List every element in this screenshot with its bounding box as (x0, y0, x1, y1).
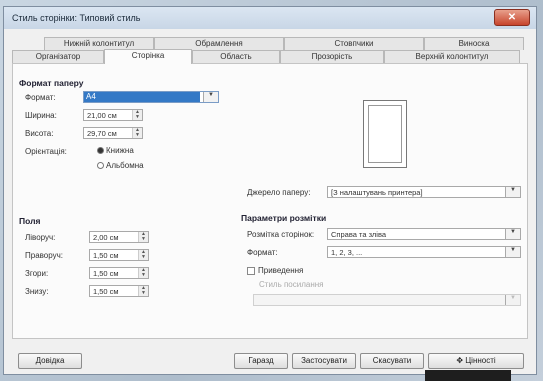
portrait-label: Книжна (106, 146, 134, 155)
restore-icon: ✥ (456, 356, 466, 365)
tab-organizer[interactable]: Організатор (12, 50, 104, 63)
margins-title: Поля (19, 216, 41, 226)
margin-right-label: Праворуч: (25, 251, 64, 260)
page-layout-select[interactable]: Справа та зліва ▼ (327, 228, 521, 240)
paper-tray-select[interactable]: [З налаштувань принтера] ▼ (327, 186, 521, 198)
ok-button[interactable]: Гаразд (234, 353, 288, 369)
margin-top-spinner[interactable]: 1,50 см ▲ ▼ (89, 267, 149, 279)
taskbar-fragment (425, 370, 511, 381)
tab-row-top: Нижній колонтитул Обрамлення Стовпчики В… (4, 37, 536, 50)
spinner-arrows-icon[interactable]: ▲ ▼ (138, 286, 148, 296)
margin-left-value: 2,00 см (93, 233, 119, 242)
help-button[interactable]: Довідка (18, 353, 82, 369)
page-preview-margins (368, 105, 402, 163)
width-spinner[interactable]: 21,00 см ▲ ▼ (83, 109, 143, 121)
reference-style-select[interactable]: ▼ (253, 294, 521, 306)
chevron-down-icon[interactable]: ▼ (505, 247, 520, 257)
checkbox-icon (247, 266, 255, 275)
margin-right-value: 1,50 см (93, 251, 119, 260)
landscape-radio[interactable]: Альбомна (97, 161, 144, 170)
tab-footnote[interactable]: Виноска (424, 37, 524, 50)
height-spinner[interactable]: 29,70 см ▲ ▼ (83, 127, 143, 139)
apply-button[interactable]: Застосувати (292, 353, 356, 369)
margin-top-value: 1,50 см (93, 269, 119, 278)
margin-bottom-label: Знизу: (25, 287, 49, 296)
page-layout-value: Справа та зліва (331, 230, 387, 239)
chevron-down-icon[interactable]: ▼ (505, 187, 520, 197)
restore-button[interactable]: ✥ Цінності (428, 353, 524, 369)
width-value: 21,00 см (87, 111, 117, 120)
height-value: 29,70 см (87, 129, 117, 138)
tab-row-bottom: Організатор Сторінка Область Прозорість … (4, 49, 536, 64)
layout-settings-title: Параметри розмітки (241, 213, 327, 223)
radio-selected-icon (97, 147, 104, 155)
register-true-label: Приведення (258, 266, 304, 275)
spinner-arrows-icon[interactable]: ▲ ▼ (132, 110, 142, 120)
format-value: A4 (84, 92, 200, 102)
margin-top-label: Згори: (25, 269, 49, 278)
chevron-down-icon[interactable]: ▼ (505, 295, 520, 305)
tab-header[interactable]: Верхній колонтитул (384, 50, 520, 63)
page-tab-panel: Формат паперу Формат: A4 ▼ Ширина: 21,00… (12, 63, 528, 339)
numbering-format-value: 1, 2, 3, ... (331, 248, 363, 257)
spinner-arrows-icon[interactable]: ▲ ▼ (138, 268, 148, 278)
margin-left-label: Ліворуч: (25, 233, 56, 242)
margin-left-spinner[interactable]: 2,00 см ▲ ▼ (89, 231, 149, 243)
margin-bottom-value: 1,50 см (93, 287, 119, 296)
width-label: Ширина: (25, 111, 57, 120)
landscape-label: Альбомна (106, 161, 144, 170)
reference-style-label: Стиль посилання (259, 280, 324, 289)
format-label: Формат: (25, 93, 56, 102)
numbering-format-label: Формат: (247, 248, 278, 257)
chevron-down-icon[interactable]: ▼ (203, 92, 218, 102)
close-icon[interactable]: ✕ (494, 9, 530, 26)
margin-right-spinner[interactable]: 1,50 см ▲ ▼ (89, 249, 149, 261)
paper-tray-value: [З налаштувань принтера] (331, 188, 423, 197)
tab-area[interactable]: Область (192, 50, 280, 63)
portrait-radio[interactable]: Книжна (97, 146, 134, 155)
margin-bottom-spinner[interactable]: 1,50 см ▲ ▼ (89, 285, 149, 297)
spinner-arrows-icon[interactable]: ▲ ▼ (132, 128, 142, 138)
chevron-down-icon[interactable]: ▼ (505, 229, 520, 239)
orientation-label: Орієнтація: (25, 147, 67, 156)
spinner-arrows-icon[interactable]: ▲ ▼ (138, 232, 148, 242)
paper-tray-label: Джерело паперу: (247, 188, 311, 197)
numbering-format-select[interactable]: 1, 2, 3, ... ▼ (327, 246, 521, 258)
tab-transparency[interactable]: Прозорість (280, 50, 384, 63)
height-label: Висота: (25, 129, 54, 138)
paper-format-title: Формат паперу (19, 78, 84, 88)
spinner-arrows-icon[interactable]: ▲ ▼ (138, 250, 148, 260)
radio-empty-icon (97, 162, 104, 170)
register-true-checkbox[interactable]: Приведення (247, 266, 303, 275)
page-layout-label: Розмітка сторінок: (247, 230, 315, 239)
page-preview (363, 100, 407, 168)
tab-page[interactable]: Сторінка (104, 49, 192, 64)
page-style-dialog: Стиль сторінки: Типовий стиль ✕ Нижній к… (3, 6, 537, 375)
dialog-title: Стиль сторінки: Типовий стиль (12, 13, 141, 23)
cancel-button[interactable]: Скасувати (360, 353, 424, 369)
restore-label: Цінності (465, 356, 496, 365)
tab-columns[interactable]: Стовпчики (284, 37, 424, 50)
format-select[interactable]: A4 ▼ (83, 91, 219, 103)
title-bar: Стиль сторінки: Типовий стиль ✕ (4, 7, 536, 29)
